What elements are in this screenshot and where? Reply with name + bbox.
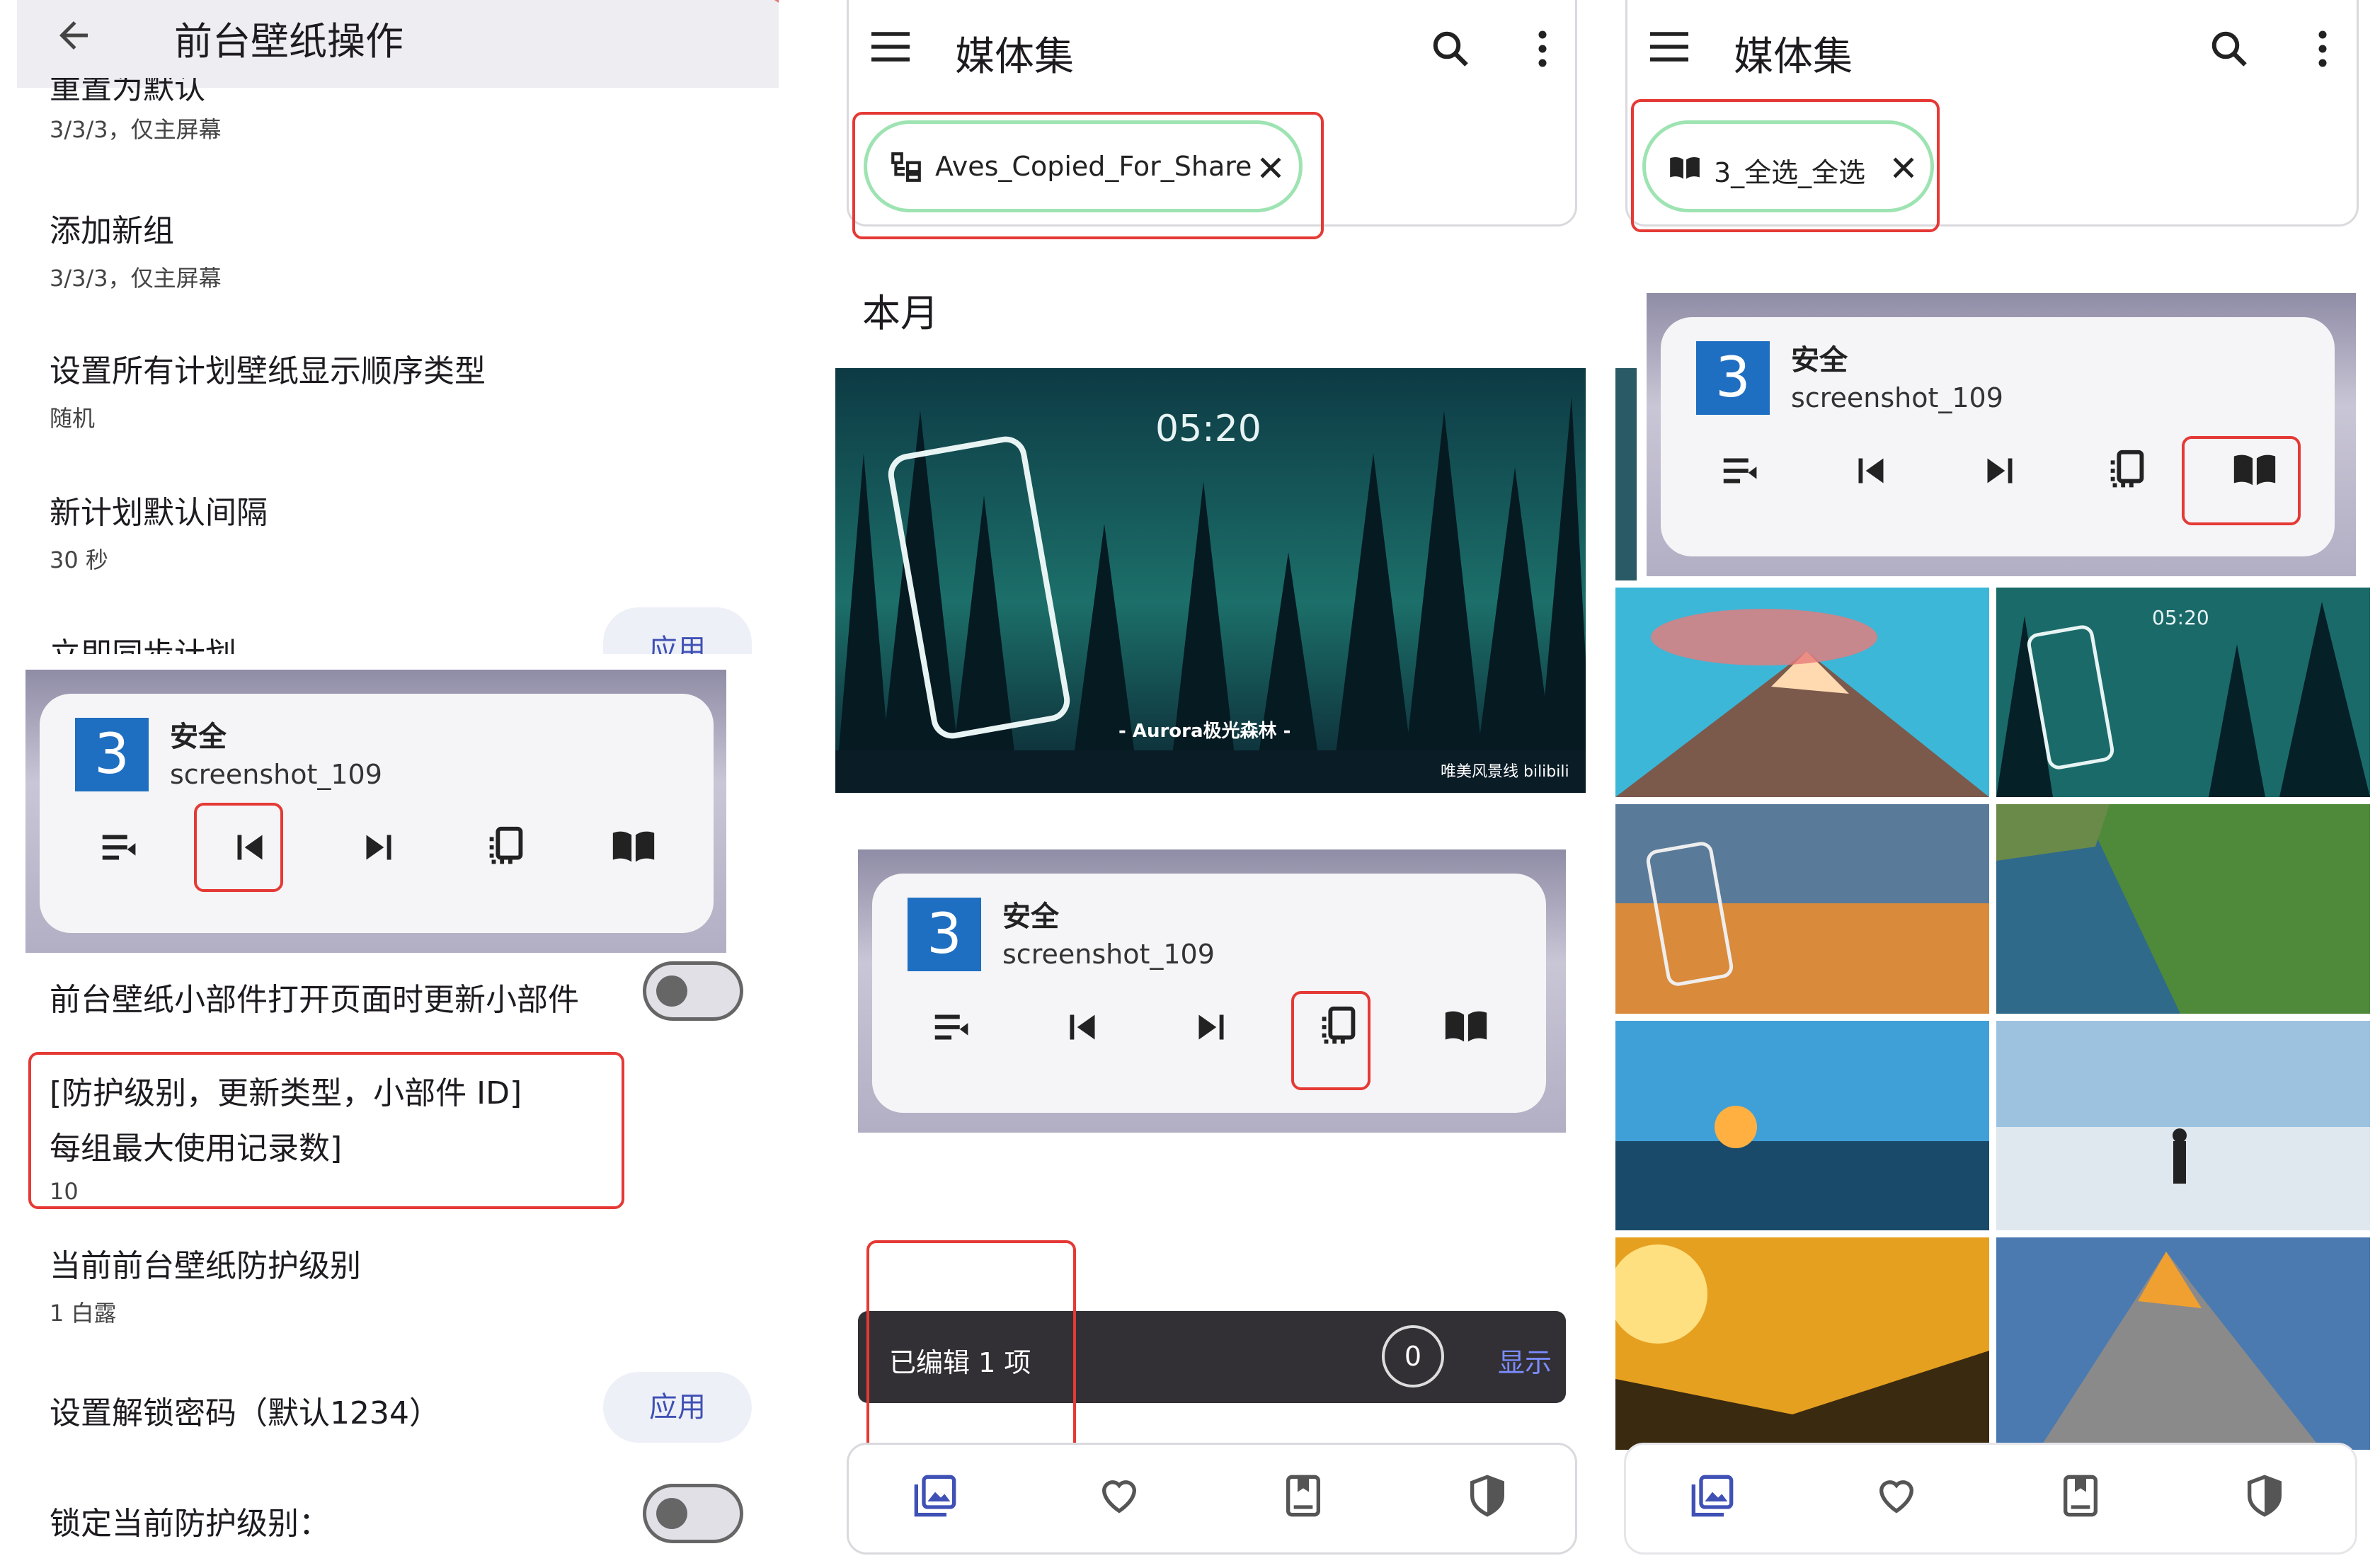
skip-next-icon[interactable] (354, 823, 404, 872)
lock-level-toggle[interactable] (643, 1484, 743, 1543)
password-apply-button[interactable]: 应用 (603, 1372, 752, 1443)
image-caption: - Aurora极光森林 - (1118, 721, 1291, 742)
setting-reset-partial[interactable]: 重置为默认 (50, 78, 205, 106)
widget-title: 安全 (1791, 344, 1848, 377)
gallery-icon[interactable] (1690, 1473, 1735, 1518)
thumb-matterhorn[interactable] (1996, 1237, 2370, 1450)
setting-unlock-password[interactable]: 设置解锁密码（默认1234） (50, 1387, 440, 1433)
app-bar: 前台壁纸操作 (17, 0, 779, 88)
copy-icon[interactable] (2102, 446, 2152, 496)
toggle-knob (656, 975, 687, 1007)
setting-update-widget[interactable]: 前台壁纸小部件打开页面时更新小部件 (50, 974, 579, 1019)
search-icon[interactable] (1429, 28, 1472, 70)
highlight-snackbar (866, 1240, 1076, 1454)
setting-reset-sub: 3/3/3，仅主屏幕 (50, 116, 222, 143)
widget-preview: 3 安全 screenshot_109 (25, 670, 726, 953)
gallery-icon[interactable] (912, 1473, 958, 1518)
bottom-nav (847, 1443, 1577, 1555)
shield-icon[interactable] (2242, 1473, 2287, 1518)
snackbar-count: 0 (1382, 1325, 1444, 1387)
app-title: 媒体集 (955, 34, 1074, 80)
sync-apply-button[interactable]: 应用 (603, 607, 752, 654)
thumb-boat-sea[interactable] (1615, 1021, 1989, 1230)
skip-next-icon[interactable] (1186, 1002, 1236, 1052)
setting-add-group[interactable]: 添加新组 3/3/3，仅主屏幕 (50, 205, 222, 293)
highlight-chip (1631, 99, 1940, 232)
thumb-forest[interactable]: 05:20 (1996, 588, 2370, 797)
section-title: 本月 (862, 291, 939, 336)
thumb-edge (1615, 368, 1637, 580)
setting-protection-level[interactable]: 当前前台壁纸防护级别 1 白露 (50, 1240, 361, 1328)
thumb-time: 05:20 (2152, 606, 2209, 629)
bookmark-icon[interactable] (1281, 1473, 1326, 1518)
thumb-moon-lake[interactable] (1615, 804, 1989, 1014)
highlight-book (2182, 436, 2301, 525)
menu-icon[interactable] (871, 32, 910, 62)
widget-preview: 3 安全 screenshot_109 (858, 849, 1566, 1133)
heart-icon[interactable] (1874, 1473, 1919, 1518)
thumb-mountain-sunset[interactable] (1615, 588, 1989, 797)
toggle-knob (656, 1498, 687, 1529)
settings-panel: 前台壁纸操作 重置为默认 3/3/3，仅主屏幕 添加新组 3/3/3，仅主屏幕 … (0, 0, 779, 1568)
more-icon[interactable] (2308, 28, 2337, 70)
skip-next-icon[interactable] (1975, 446, 2025, 496)
book-icon[interactable] (609, 823, 658, 872)
widget-subtitle: screenshot_109 (1791, 382, 2003, 413)
app-title: 媒体集 (1734, 34, 1853, 80)
widget-card: 3 安全 screenshot_109 (40, 694, 714, 933)
widget-number: 3 (908, 898, 981, 971)
highlight-prev (194, 803, 283, 892)
widget-number: 3 (75, 718, 149, 791)
playlist-icon[interactable] (929, 1002, 978, 1052)
thumb-sunrise[interactable] (1615, 1237, 1989, 1450)
highlight-copy (1291, 991, 1370, 1090)
widget-title: 安全 (1002, 900, 1059, 933)
setting-lock-level[interactable]: 锁定当前防护级别： (50, 1498, 330, 1543)
widget-subtitle: screenshot_109 (1002, 939, 1215, 970)
widget-card: 3 安全 screenshot_109 (872, 874, 1546, 1113)
playlist-icon[interactable] (1717, 446, 1767, 496)
search-icon[interactable] (2208, 28, 2250, 70)
setting-sync-plan[interactable]: 立即同步计划 (50, 629, 236, 654)
setting-max-records[interactable]: [防护级别，更新类型，小部件 ID] 每组最大使用记录数] 10 (50, 1068, 522, 1205)
back-icon[interactable] (52, 14, 95, 57)
update-widget-toggle[interactable] (643, 961, 743, 1021)
setting-default-interval[interactable]: 新计划默认间隔 30 秒 (50, 487, 268, 575)
heart-icon[interactable] (1097, 1473, 1142, 1518)
bottom-nav (1624, 1443, 2357, 1555)
image-time: 05:20 (1155, 408, 1261, 450)
more-icon[interactable] (1528, 28, 1557, 70)
widget-preview: 3 安全 screenshot_109 (1647, 293, 2356, 576)
playlist-icon[interactable] (96, 823, 146, 872)
page-title: 前台壁纸操作 (174, 19, 404, 64)
media-panel-right: 媒体集 3_全选_全选 3 安全 screenshot_109 05:20 (1614, 0, 2375, 1568)
media-panel-center: 媒体集 Aves_Copied_For_Share 本月 05:20 - Aur… (835, 0, 1586, 1568)
snackbar-show-button[interactable]: 显示 (1498, 1341, 1552, 1380)
widget-title: 安全 (170, 721, 227, 753)
bookmark-icon[interactable] (2058, 1473, 2103, 1518)
widget-number: 3 (1696, 341, 1770, 415)
skip-previous-icon[interactable] (1846, 446, 1896, 496)
copy-icon[interactable] (481, 823, 531, 872)
thumb-snow-man[interactable] (1996, 1021, 2370, 1230)
menu-icon[interactable] (1650, 32, 1688, 62)
widget-subtitle: screenshot_109 (170, 759, 382, 790)
skip-previous-icon[interactable] (1058, 1002, 1107, 1052)
forest-image[interactable]: 05:20 - Aurora极光森林 - 唯美风景线 bilibili (835, 368, 1586, 793)
book-icon[interactable] (1441, 1002, 1491, 1052)
thumb-green-cliffs[interactable] (1996, 804, 2370, 1014)
shield-icon[interactable] (1465, 1473, 1510, 1518)
setting-display-order[interactable]: 设置所有计划壁纸显示顺序类型 随机 (50, 345, 486, 433)
image-brand: 唯美风景线 bilibili (1441, 763, 1569, 781)
highlight-chip (852, 112, 1324, 239)
corner-decoration (774, 0, 779, 3)
